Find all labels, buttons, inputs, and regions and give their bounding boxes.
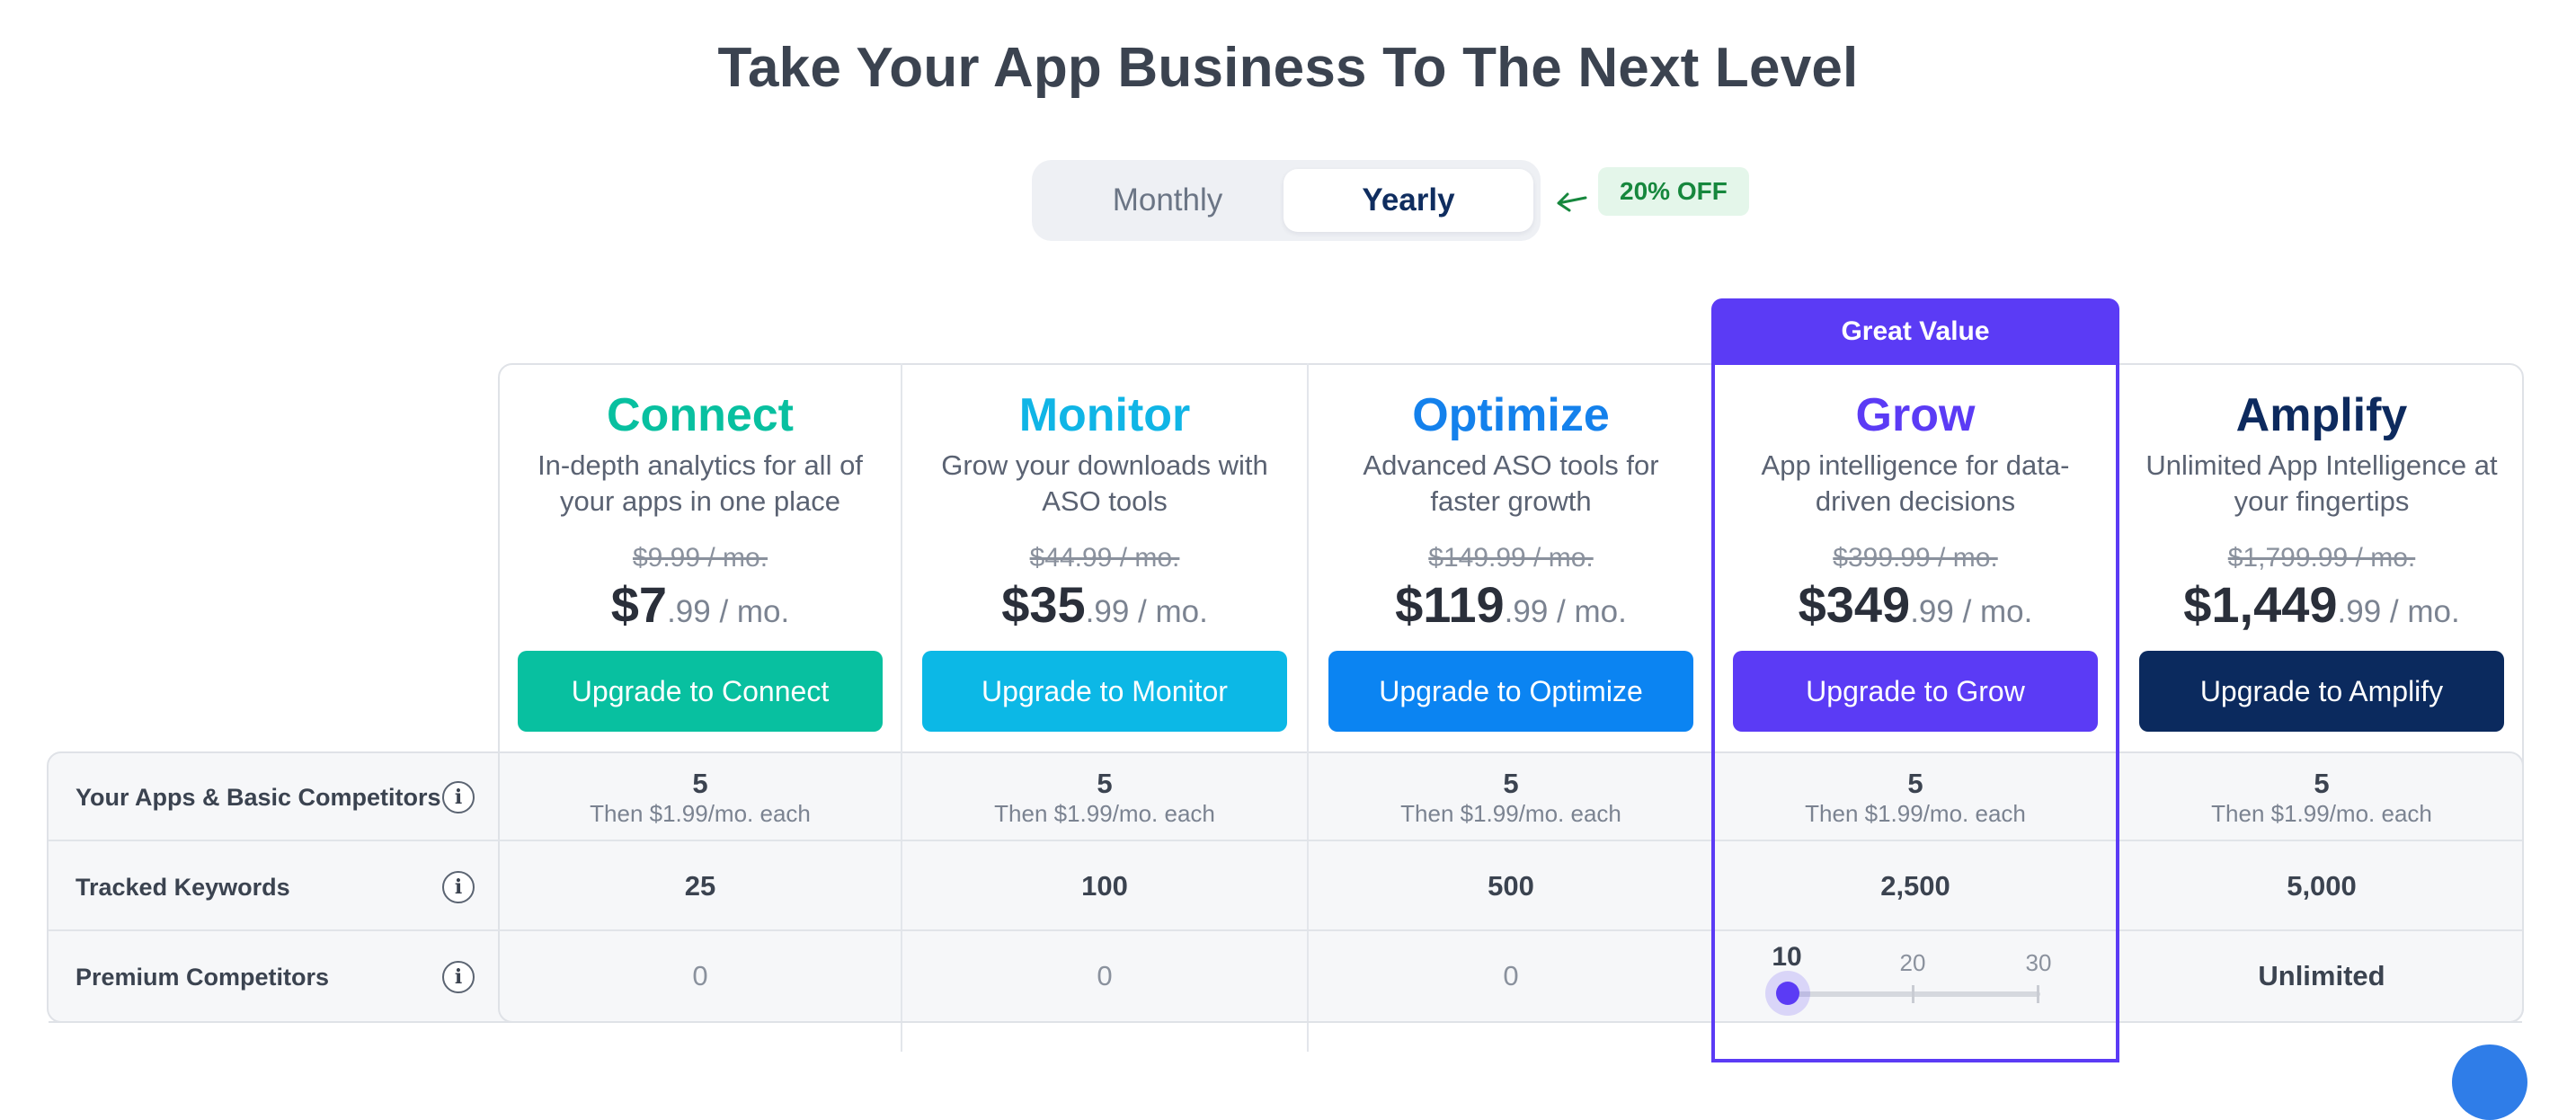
feature-label-keywords: Tracked Keywords bbox=[76, 873, 290, 901]
cell-value: 0 bbox=[1097, 960, 1113, 991]
cell-value: 5 bbox=[1503, 768, 1519, 799]
price-cents: .99 / mo. bbox=[1504, 594, 1627, 629]
old-price: $1,799.99 / mo. bbox=[2227, 543, 2416, 573]
cell-value: 5,000 bbox=[2287, 870, 2357, 902]
price: $119.99 / mo. bbox=[1309, 575, 1713, 634]
cell-value: 25 bbox=[684, 870, 716, 902]
page-title: Take Your App Business To The Next Level bbox=[717, 37, 1859, 99]
highlight-frame bbox=[1711, 298, 2119, 1062]
plan-description: Unlimited App Intelligence at your finge… bbox=[2145, 449, 2498, 517]
price: $7.99 / mo. bbox=[498, 575, 902, 634]
arrow-left-icon bbox=[1557, 192, 1587, 212]
price-cents: .99 / mo. bbox=[667, 594, 790, 629]
plan-name: Monitor bbox=[1018, 389, 1191, 441]
feature-label-premium: Premium Competitors bbox=[76, 963, 330, 991]
discount-badge: 20% OFF bbox=[1598, 167, 1749, 216]
cell-value: 100 bbox=[1081, 870, 1128, 902]
upgrade-connect-button[interactable]: Upgrade to Connect bbox=[518, 651, 883, 732]
column-divider bbox=[1307, 363, 1309, 1052]
row-divider bbox=[49, 929, 2522, 931]
cell-subtext: Then $1.99/mo. each bbox=[1400, 800, 1621, 827]
info-icon[interactable]: i bbox=[442, 961, 475, 993]
row-divider bbox=[49, 1021, 2522, 1023]
cell-value: 0 bbox=[1503, 960, 1519, 991]
price-cents: .99 / mo. bbox=[1085, 594, 1208, 629]
plan-name: Amplify bbox=[2235, 389, 2408, 441]
plan-name: Connect bbox=[607, 389, 794, 441]
feature-label-apps: Your Apps & Basic Competitors bbox=[76, 783, 441, 811]
plan-description: Grow your downloads with ASO tools bbox=[941, 449, 1268, 517]
plan-description: In-depth analytics for all of your apps … bbox=[537, 449, 863, 517]
cell-value: 500 bbox=[1488, 870, 1534, 902]
row-divider bbox=[49, 840, 2522, 841]
old-price: $44.99 / mo. bbox=[1029, 543, 1180, 573]
old-price: $149.99 / mo. bbox=[1428, 543, 1594, 573]
cell-value: Unlimited bbox=[2258, 960, 2385, 991]
billing-toggle: Monthly Yearly bbox=[1032, 160, 1541, 241]
info-icon[interactable]: i bbox=[442, 871, 475, 903]
price-cents: .99 / mo. bbox=[2337, 594, 2460, 629]
great-value-banner: Great Value bbox=[1711, 298, 2119, 365]
cell-subtext: Then $1.99/mo. each bbox=[2211, 800, 2432, 827]
price-main: $7 bbox=[610, 576, 668, 633]
upgrade-monitor-button[interactable]: Upgrade to Monitor bbox=[922, 651, 1287, 732]
plan-description: Advanced ASO tools for faster growth bbox=[1363, 449, 1659, 517]
chat-button[interactable] bbox=[2452, 1044, 2527, 1120]
price-main: $35 bbox=[1001, 576, 1086, 633]
cell-subtext: Then $1.99/mo. each bbox=[994, 800, 1215, 827]
plan-name: Optimize bbox=[1412, 389, 1610, 441]
upgrade-amplify-button[interactable]: Upgrade to Amplify bbox=[2139, 651, 2504, 732]
price-main: $119 bbox=[1395, 576, 1505, 633]
price: $35.99 / mo. bbox=[902, 575, 1307, 634]
cell-subtext: Then $1.99/mo. each bbox=[590, 800, 811, 827]
upgrade-optimize-button[interactable]: Upgrade to Optimize bbox=[1328, 651, 1693, 732]
cell-value: 5 bbox=[692, 768, 708, 799]
cell-value: 0 bbox=[692, 960, 708, 991]
price: $1,449.99 / mo. bbox=[2119, 575, 2524, 634]
billing-yearly-option[interactable]: Yearly bbox=[1284, 169, 1533, 232]
billing-monthly-option[interactable]: Monthly bbox=[1043, 169, 1292, 232]
cell-value: 5 bbox=[1097, 768, 1113, 799]
old-price: $9.99 / mo. bbox=[632, 543, 768, 573]
column-divider bbox=[901, 363, 902, 1052]
cell-value: 5 bbox=[2314, 768, 2330, 799]
price-main: $1,449 bbox=[2183, 576, 2338, 633]
info-icon[interactable]: i bbox=[442, 781, 475, 813]
